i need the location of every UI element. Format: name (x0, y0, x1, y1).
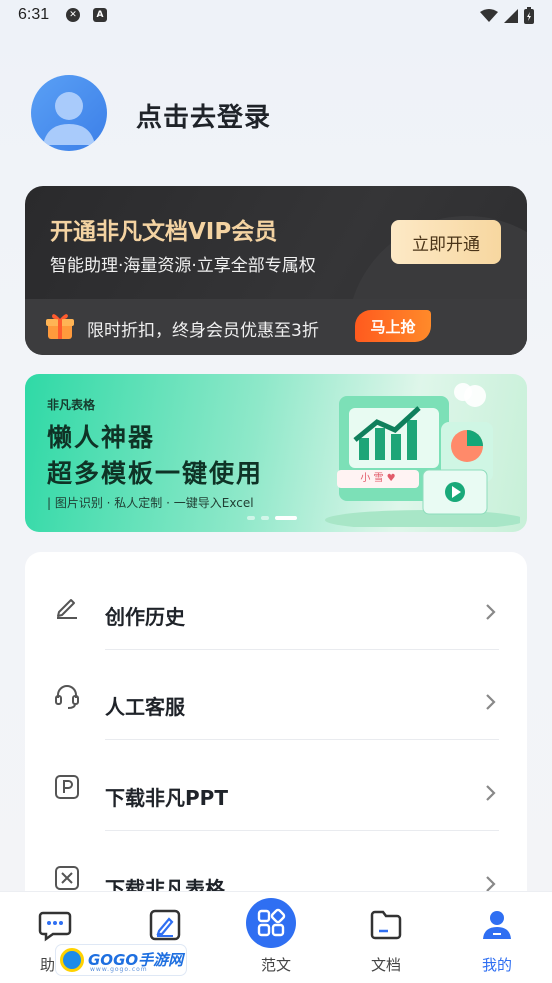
headset-icon (55, 685, 79, 709)
carousel-dot-active[interactable] (275, 516, 297, 520)
user-icon (483, 911, 511, 939)
promo-text: 限时折扣，终身会员优惠至3折 (87, 321, 319, 341)
vip-subtitle: 智能助理·海量资源·立享全部专属权 (50, 256, 316, 276)
tab-label: 我的 (481, 956, 512, 974)
banner-headline-2: 超多模板一键使用 (47, 459, 264, 488)
tab-documents[interactable]: 文档 (331, 892, 441, 983)
banner-headline-1: 懒人神器 (47, 423, 156, 452)
user-silhouette-icon (43, 92, 95, 145)
grid-icon (257, 908, 286, 937)
tab-label: 范文 (260, 956, 291, 974)
divider (105, 739, 499, 740)
chevron-right-icon (486, 785, 496, 801)
folder-icon (370, 910, 402, 940)
chat-icon (38, 911, 72, 942)
grab-deal-button[interactable]: 马上抢 (355, 310, 431, 342)
avatar[interactable] (31, 75, 107, 151)
ppt-icon (55, 775, 79, 799)
carousel-dot[interactable] (247, 516, 255, 520)
menu-item-download-ppt[interactable]: 下载非凡PPT (25, 741, 527, 831)
login-link[interactable]: 点击去登录 (136, 97, 271, 134)
menu-label: 创作历史 (105, 605, 185, 629)
gift-icon (46, 314, 74, 339)
site-watermark: GOGO手游网 www.gogo.com (56, 945, 186, 975)
vip-card[interactable]: 开通非凡文档VIP会员 智能助理·海量资源·立享全部专属权 立即开通 限时折扣，… (25, 186, 527, 355)
watermark-url: www.gogo.com (90, 966, 148, 973)
menu-item-support[interactable]: 人工客服 (25, 650, 527, 740)
chevron-right-icon (486, 604, 496, 620)
app-notification-icon: A (93, 8, 107, 22)
open-vip-button[interactable]: 立即开通 (391, 220, 501, 264)
status-bar: 6:31 ✕ A (0, 0, 552, 32)
promo-banner[interactable]: 小 雪 ♥ 非凡表格 懒人神器 超多模板一键使用 | 图片识别 · 私人定制 ·… (25, 374, 527, 532)
notification-icon: ✕ (66, 8, 80, 22)
sheet-icon (55, 866, 79, 890)
tab-templates[interactable]: 范文 (221, 892, 331, 983)
wifi-icon (480, 8, 498, 22)
vip-title: 开通非凡文档VIP会员 (50, 219, 278, 245)
banner-tag: 非凡表格 (47, 398, 96, 412)
carousel-indicator[interactable] (247, 516, 297, 520)
vip-promo-bar[interactable]: 限时折扣，终身会员优惠至3折 马上抢 (25, 299, 527, 355)
menu-item-history[interactable]: 创作历史 (25, 560, 527, 650)
chevron-right-icon (486, 694, 496, 710)
banner-chip: 小 雪 ♥ (337, 470, 419, 488)
spreadsheet-illustration (325, 383, 520, 527)
divider (105, 830, 499, 831)
menu-label: 下载非凡PPT (105, 786, 228, 810)
menu-list: 创作历史 人工客服 下载非凡PPT 下载非凡表格 (25, 552, 527, 912)
templates-circle (246, 898, 296, 948)
carousel-dot[interactable] (261, 516, 269, 520)
pencil-icon (57, 599, 77, 619)
tab-label: 文档 (370, 956, 401, 974)
tab-mine[interactable]: 我的 (442, 892, 552, 983)
battery-icon (524, 7, 534, 24)
banner-description: | 图片识别 · 私人定制 · 一键导入Excel (47, 496, 254, 510)
edit-icon (149, 909, 181, 941)
watermark-logo-icon (60, 948, 84, 972)
signal-icon (504, 8, 518, 23)
system-icons (480, 7, 534, 24)
status-time: 6:31 (18, 6, 50, 23)
menu-label: 人工客服 (105, 695, 185, 719)
